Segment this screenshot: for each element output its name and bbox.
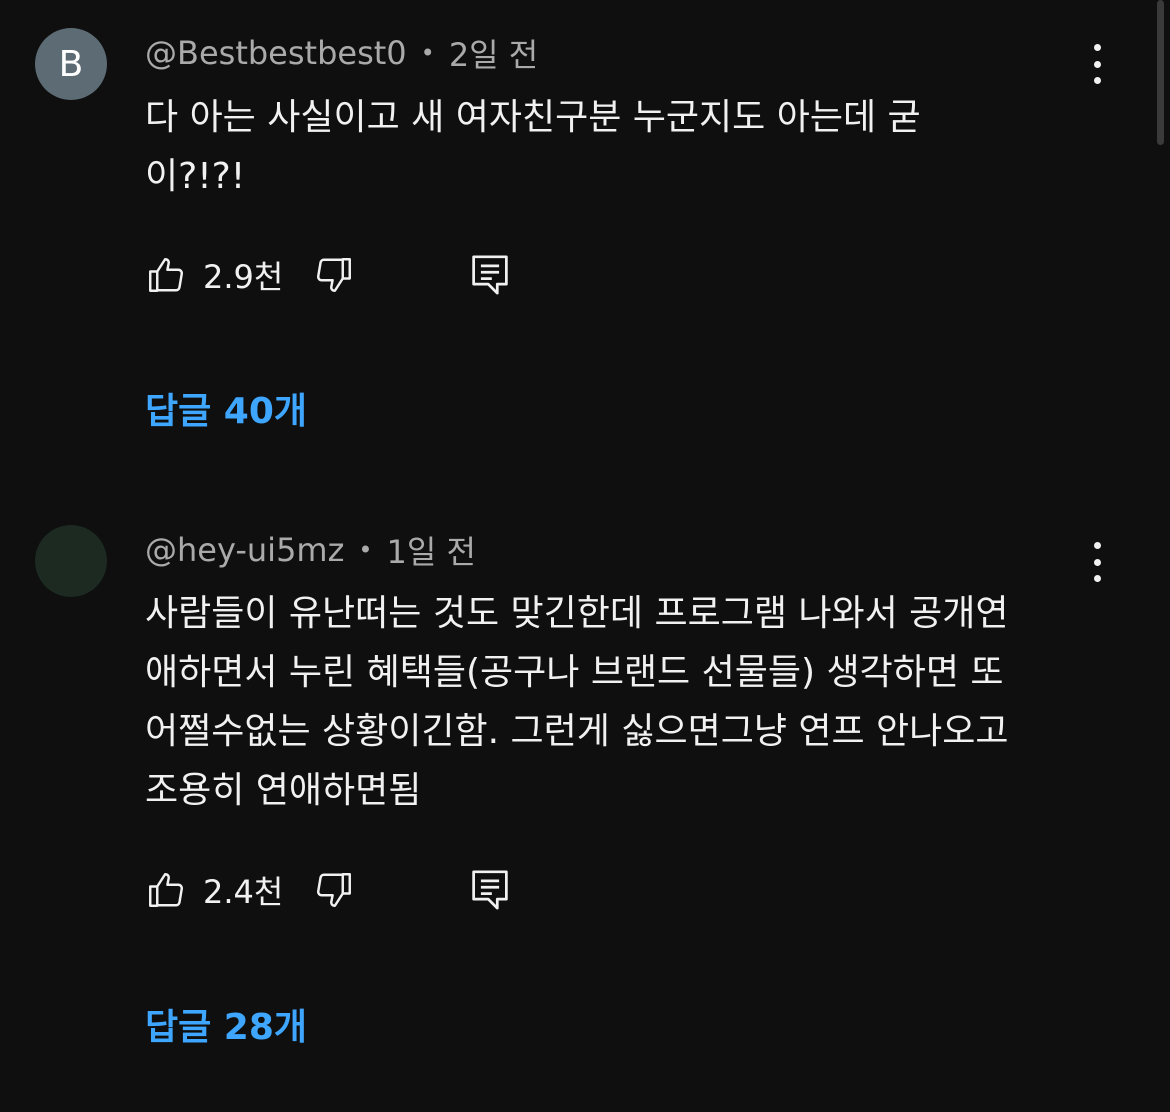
comment-text-line: 애하면서 누린 혜택들(공구나 브랜드 선물들) 생각하면 또 — [145, 652, 1004, 693]
comment-header: @hey-ui5mz • 1일 전 — [145, 527, 476, 573]
like-count: 2.9천 — [203, 258, 284, 296]
thumbs-up-icon[interactable] — [145, 869, 187, 911]
thumbs-down-icon[interactable] — [313, 869, 355, 911]
comment-text-line: 이?!?! — [145, 156, 246, 197]
comment-text-line: 어쩔수없는 상황이긴함. 그런게 싫으면그냥 연프 안나오고 — [145, 711, 1009, 752]
comment-time: 1일 전 — [386, 533, 476, 571]
avatar[interactable]: B — [35, 28, 107, 100]
more-vertical-icon[interactable] — [1084, 44, 1110, 84]
comment-time: 2일 전 — [448, 36, 539, 74]
comment-text: 다 아는 사실이고 새 여자친구분 누군지도 아는데 굳 이?!?! — [145, 88, 1095, 206]
comment-text-line: 다 아는 사실이고 새 여자친구분 누군지도 아는데 굳 — [145, 97, 921, 138]
comment-text-line: 사람들이 유난떠는 것도 맞긴한데 프로그램 나와서 공개연 — [145, 593, 1009, 634]
comment-reply-icon[interactable] — [470, 253, 510, 297]
author-name[interactable]: @Bestbestbest0 — [145, 34, 407, 72]
view-replies-link[interactable]: 답글 28개 — [145, 998, 307, 1050]
comment-header: @Bestbestbest0 • 2일 전 — [145, 30, 538, 76]
comment-actions: 2.4천 — [145, 868, 508, 912]
avatar[interactable] — [35, 525, 107, 597]
comment-text-line: 조용히 연애하면됨 — [145, 770, 422, 811]
author-name[interactable]: @hey-ui5mz — [145, 531, 344, 569]
thumbs-down-icon[interactable] — [313, 254, 355, 296]
like-count: 2.4천 — [203, 873, 284, 911]
separator-dot: • — [420, 39, 435, 67]
thumbs-up-icon[interactable] — [145, 254, 187, 296]
separator-dot: • — [358, 536, 373, 564]
scrollbar[interactable] — [1157, 0, 1164, 145]
more-vertical-icon[interactable] — [1084, 542, 1110, 582]
comment-text: 사람들이 유난떠는 것도 맞긴한데 프로그램 나와서 공개연 애하면서 누린 혜… — [145, 584, 1095, 820]
comment-reply-icon[interactable] — [470, 868, 510, 912]
avatar-letter: B — [58, 43, 84, 85]
view-replies-link[interactable]: 답글 40개 — [145, 382, 307, 434]
comment-actions: 2.9천 — [145, 253, 508, 297]
